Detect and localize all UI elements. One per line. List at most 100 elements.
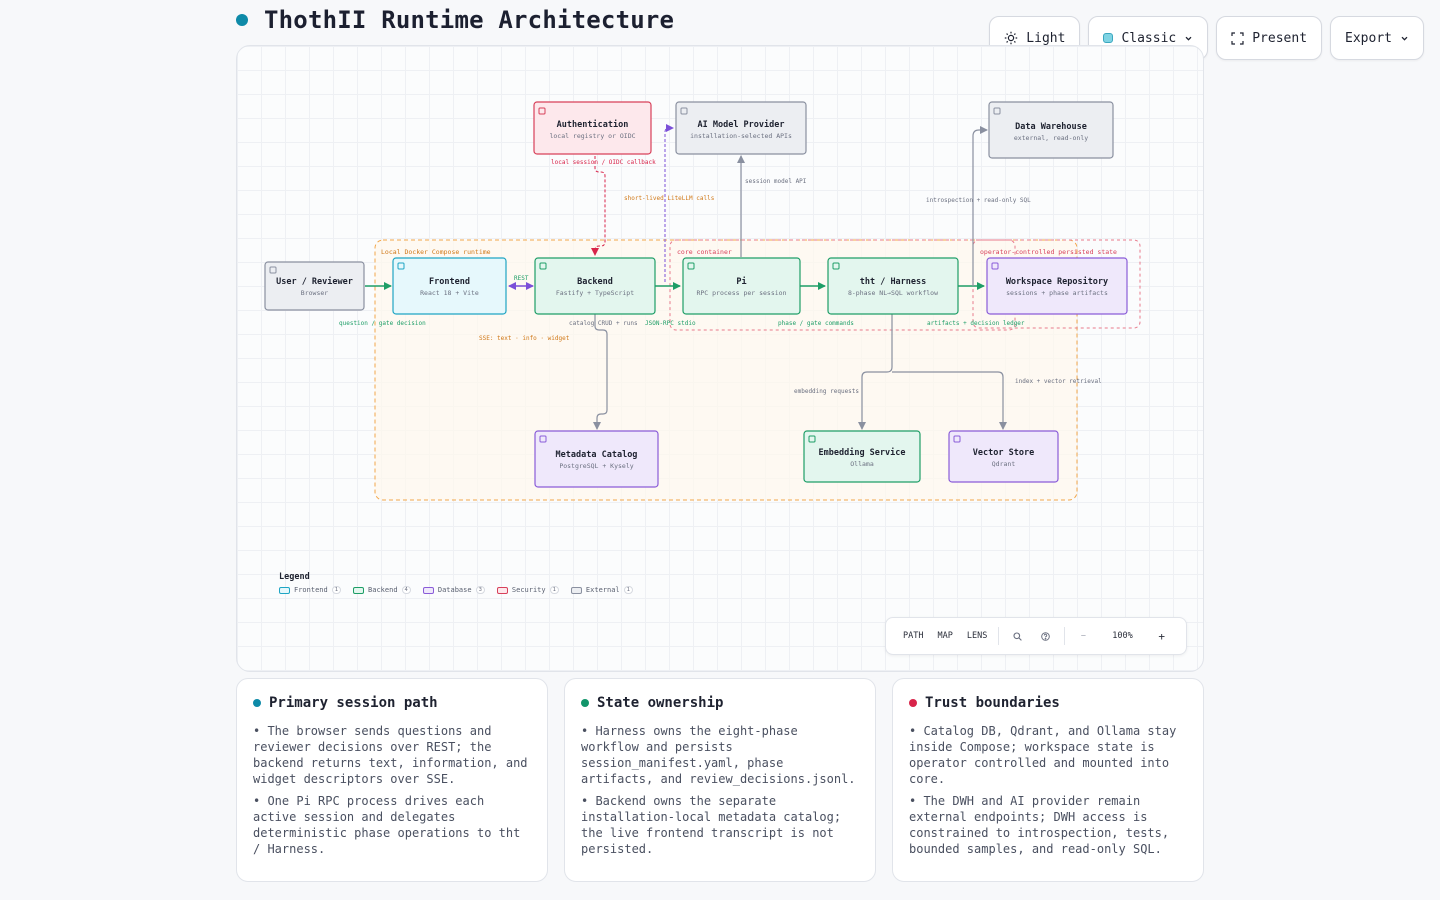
svg-text:Pi: Pi: [736, 276, 746, 287]
node-user-reviewer[interactable]: User / Reviewer Browser: [264, 261, 365, 311]
node-pi[interactable]: Pi RPC process per session: [682, 257, 801, 315]
svg-text:Fastify + TypeScript: Fastify + TypeScript: [556, 289, 634, 297]
edge-label-phase-gate: phase / gate commands: [778, 320, 854, 327]
legend-item-backend[interactable]: Backend 4: [353, 586, 411, 594]
theme-label: Classic: [1121, 30, 1177, 46]
svg-text:Frontend: Frontend: [429, 277, 470, 287]
search-icon[interactable]: [1003, 631, 1032, 641]
card-bullet: • Catalog DB, Qdrant, and Ollama stay in…: [909, 724, 1177, 786]
legend-count: 3: [475, 586, 485, 594]
legend-count: 4: [401, 586, 411, 594]
svg-text:Qdrant: Qdrant: [992, 460, 1016, 468]
diagram-canvas[interactable]: Local Docker Compose runtime core contai…: [236, 45, 1204, 672]
edge-label-embedding: embedding requests: [794, 388, 859, 395]
node-data-warehouse[interactable]: Data Warehouse external, read-only: [988, 101, 1114, 159]
edge-label-user-frontend: question / gate decision: [339, 320, 426, 327]
chevron-down-icon: [1184, 34, 1193, 43]
legend-item-external[interactable]: External 1: [570, 586, 633, 594]
card-dot: [581, 699, 589, 707]
svg-text:RPC process per session: RPC process per session: [696, 289, 786, 297]
card-primary-session-path: Primary session path • The browser sends…: [236, 678, 548, 882]
divider: [1064, 627, 1066, 645]
node-tht-harness[interactable]: tht / Harness 8-phase NL→SQL workflow: [827, 257, 959, 315]
legend-label: Backend: [368, 586, 398, 594]
node-workspace-repository[interactable]: Workspace Repository sessions + phase ar…: [986, 257, 1128, 315]
canvas-controls: PATH MAP LENS − 100% +: [885, 617, 1187, 655]
path-button[interactable]: PATH: [896, 631, 930, 641]
edge-label-catalog: catalog CRUD + runs: [569, 320, 638, 327]
node-backend[interactable]: Backend Fastify + TypeScript: [534, 257, 656, 315]
svg-text:React 18 + Vite: React 18 + Vite: [420, 289, 479, 297]
node-ai-model-provider[interactable]: AI Model Provider installation-selected …: [675, 101, 807, 155]
svg-text:external, read-only: external, read-only: [1014, 134, 1088, 142]
present-button[interactable]: Present: [1216, 16, 1323, 60]
card-title: Primary session path: [269, 695, 438, 711]
help-icon[interactable]: [1032, 631, 1061, 641]
svg-text:Workspace Repository: Workspace Repository: [1006, 276, 1108, 287]
page-header: ThothII Runtime Architecture: [236, 6, 674, 34]
legend-swatch: [496, 586, 508, 594]
fullscreen-icon: [1231, 31, 1244, 45]
title-dot: [236, 14, 248, 26]
legend-swatch: [422, 586, 434, 594]
svg-text:User / Reviewer: User / Reviewer: [276, 276, 353, 287]
sun-icon: [1004, 31, 1018, 45]
svg-text:local registry or OIDC: local registry or OIDC: [549, 132, 635, 140]
node-vector-store[interactable]: Vector Store Qdrant: [948, 430, 1059, 483]
svg-text:Data Warehouse: Data Warehouse: [1015, 122, 1087, 132]
edge-label-session-model: session model API: [745, 178, 807, 185]
legend-label: External: [585, 586, 620, 594]
edge-label-jsonrpc: JSON-RPC stdio: [645, 320, 696, 327]
edge-label-litellm: short-lived LiteLLM calls: [624, 195, 715, 202]
svg-text:Vector Store: Vector Store: [973, 448, 1034, 458]
node-frontend[interactable]: Frontend React 18 + Vite: [392, 257, 507, 315]
card-title: State ownership: [597, 695, 724, 711]
info-cards: Primary session path • The browser sends…: [236, 678, 1204, 882]
zoom-in-button[interactable]: +: [1147, 630, 1176, 643]
lens-button[interactable]: LENS: [960, 631, 994, 641]
card-state-ownership: State ownership • Harness owns the eight…: [564, 678, 876, 882]
legend-count: 1: [549, 586, 559, 594]
legend-item-database[interactable]: Database 3: [422, 586, 485, 594]
map-button[interactable]: MAP: [930, 631, 959, 641]
legend-swatch: [353, 586, 365, 594]
legend-swatch: [279, 586, 290, 594]
svg-text:Authentication: Authentication: [557, 119, 629, 130]
zoom-level: 100%: [1112, 631, 1133, 641]
legend-item-frontend[interactable]: Frontend 1: [279, 586, 342, 594]
edge-label-rest: REST: [514, 275, 529, 282]
node-metadata-catalog[interactable]: Metadata Catalog PostgreSQL + Kysely: [534, 430, 659, 488]
divider: [998, 627, 1000, 645]
legend-title: Legend: [279, 572, 310, 582]
svg-text:PostgreSQL + Kysely: PostgreSQL + Kysely: [559, 462, 633, 470]
card-trust-boundaries: Trust boundaries • Catalog DB, Qdrant, a…: [892, 678, 1204, 882]
legend-swatch: [570, 586, 582, 594]
legend-count: 1: [623, 586, 633, 594]
export-label: Export: [1345, 30, 1392, 46]
svg-text:installation-selected APIs: installation-selected APIs: [690, 132, 792, 140]
node-authentication[interactable]: Authentication local registry or OIDC: [533, 101, 652, 155]
theme-swatch-icon: [1103, 33, 1114, 43]
light-mode-label: Light: [1026, 30, 1066, 46]
svg-text:sessions + phase artifacts: sessions + phase artifacts: [1006, 289, 1108, 297]
zoom-out-button[interactable]: −: [1069, 631, 1098, 641]
present-label: Present: [1252, 30, 1308, 46]
legend-label: Frontend: [294, 586, 328, 594]
node-embedding-service[interactable]: Embedding Service Ollama: [803, 430, 921, 483]
chevron-down-icon: [1400, 34, 1409, 43]
group-core-label: core container: [677, 248, 732, 256]
card-bullet: • Backend owns the separate installation…: [581, 794, 842, 856]
card-title: Trust boundaries: [925, 695, 1060, 711]
legend-label: Database: [437, 586, 472, 594]
legend-count: 1: [331, 586, 342, 594]
edge-label-vector: index + vector retrieval: [1015, 378, 1102, 385]
svg-text:8-phase NL→SQL workflow: 8-phase NL→SQL workflow: [848, 289, 938, 297]
svg-text:Ollama: Ollama: [850, 460, 874, 468]
export-button[interactable]: Export: [1330, 16, 1424, 60]
page-title: ThothII Runtime Architecture: [264, 6, 675, 34]
svg-text:tht / Harness: tht / Harness: [860, 277, 927, 287]
card-dot: [909, 699, 917, 707]
edge-label-sse: SSE: text · info · widget: [479, 335, 570, 342]
svg-text:Browser: Browser: [301, 289, 328, 297]
legend-item-security[interactable]: Security 1: [496, 586, 559, 594]
